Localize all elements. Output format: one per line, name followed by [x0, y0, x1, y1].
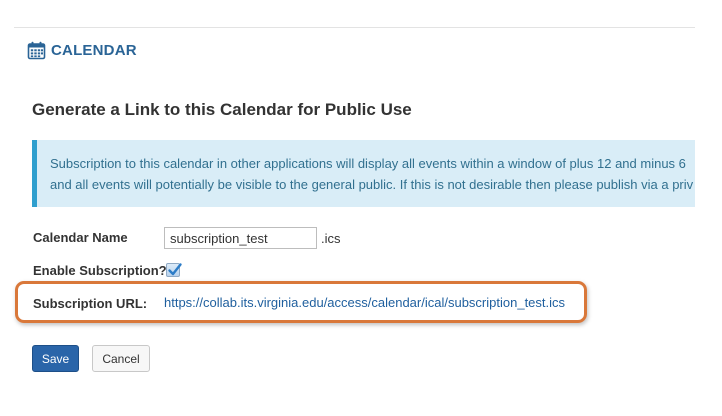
top-divider [14, 27, 695, 28]
subscription-url-label: Subscription URL: [33, 296, 148, 311]
info-message: Subscription to this calendar in other a… [50, 153, 695, 195]
enable-subscription-checkbox[interactable] [166, 263, 182, 277]
page-title: Generate a Link to this Calendar for Pub… [32, 100, 412, 119]
ics-extension: .ics [321, 231, 341, 246]
enable-subscription-label: Enable Subscription? [33, 263, 167, 278]
info-alert: Subscription to this calendar in other a… [32, 140, 695, 207]
calendar-icon [27, 41, 46, 60]
cancel-button[interactable]: Cancel [92, 345, 150, 372]
save-button[interactable]: Save [32, 345, 79, 372]
checkmark-icon [168, 263, 182, 276]
subscription-url-link[interactable]: https://collab.its.virginia.edu/access/c… [164, 295, 565, 310]
calendar-name-label: Calendar Name [33, 230, 128, 245]
tool-header: CALENDAR [27, 41, 137, 60]
info-line: Subscription to this calendar in other a… [50, 156, 686, 171]
tool-title[interactable]: CALENDAR [51, 42, 137, 59]
calendar-name-input[interactable] [164, 227, 317, 249]
calendar-subscription-page: CALENDAR Generate a Link to this Calenda… [0, 0, 722, 416]
info-line: and all events will potentially be visib… [50, 177, 694, 192]
